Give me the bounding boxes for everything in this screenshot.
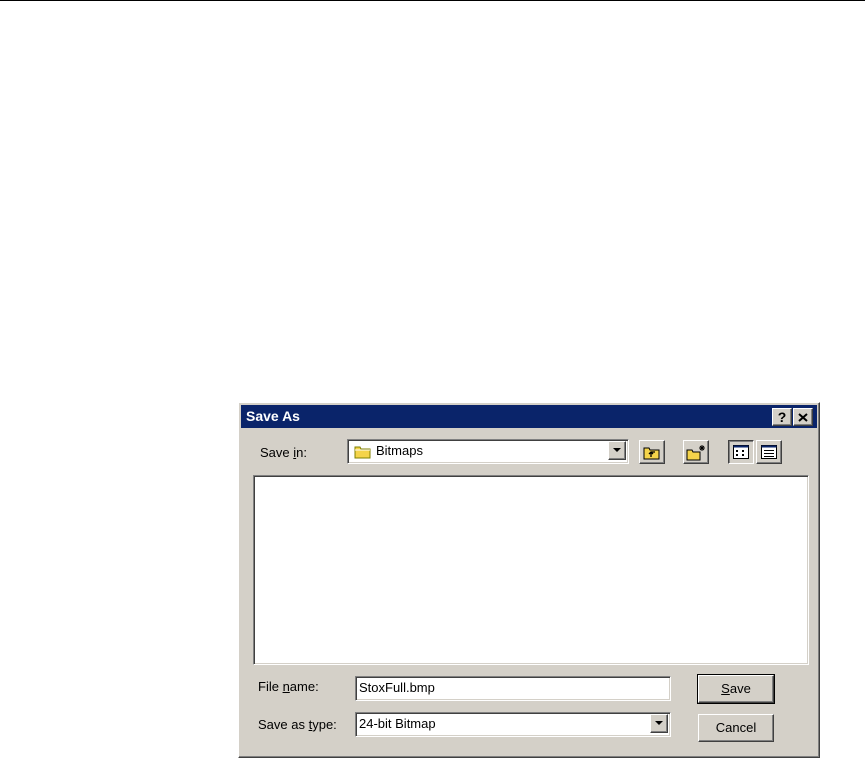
new-folder-icon — [686, 444, 705, 460]
save-in-value: Bitmaps — [376, 443, 423, 458]
dialog-title: Save As — [246, 408, 300, 424]
save-as-type-dropdown-button[interactable] — [650, 714, 668, 733]
details-view-icon — [761, 445, 777, 459]
list-view-button[interactable] — [728, 440, 754, 464]
close-icon — [798, 412, 808, 422]
save-button[interactable]: Save — [697, 674, 775, 704]
file-name-input[interactable]: StoxFull.bmp — [355, 676, 671, 701]
save-as-type-label: Save as type: — [258, 717, 337, 732]
save-as-dialog: Save As ? Save in: Bitmaps File name: St… — [238, 402, 820, 758]
chevron-down-icon — [613, 448, 621, 452]
save-as-type-value: 24-bit Bitmap — [359, 716, 436, 731]
chevron-down-icon — [655, 721, 663, 725]
file-name-label: File name: — [258, 679, 319, 694]
details-view-button[interactable] — [756, 440, 782, 464]
up-one-level-button[interactable] — [639, 440, 665, 464]
folder-icon — [354, 446, 371, 459]
new-folder-button[interactable] — [683, 440, 709, 464]
help-button[interactable]: ? — [772, 408, 792, 426]
save-in-combo[interactable]: Bitmaps — [347, 439, 629, 464]
list-view-icon — [733, 445, 749, 459]
save-in-label: Save in: — [260, 445, 307, 460]
title-bar[interactable]: Save As ? — [241, 405, 817, 428]
save-as-type-combo[interactable]: 24-bit Bitmap — [355, 712, 671, 737]
cancel-button[interactable]: Cancel — [698, 714, 774, 742]
page-top-rule — [0, 0, 865, 1]
file-list[interactable] — [253, 475, 809, 665]
file-name-value: StoxFull.bmp — [359, 680, 435, 695]
help-icon: ? — [777, 409, 787, 425]
up-one-level-icon — [643, 447, 660, 459]
close-button[interactable] — [793, 408, 813, 426]
save-in-dropdown-button[interactable] — [608, 441, 626, 460]
